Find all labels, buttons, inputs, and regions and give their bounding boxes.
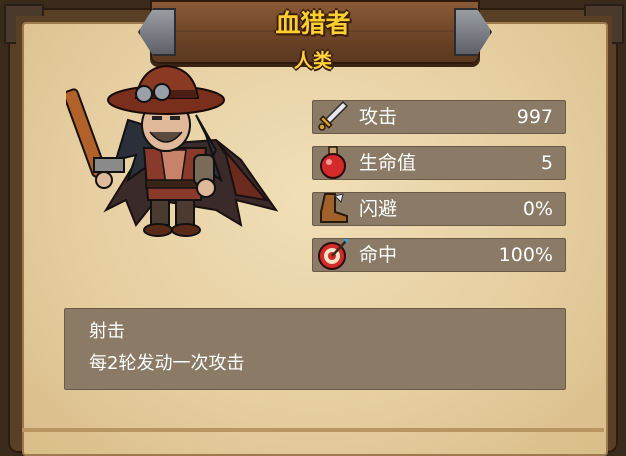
stat-label: 命中 [359,244,398,266]
skill-name: 射击 [89,321,125,342]
stat-row-health: 生命值 5 [312,146,566,180]
stat-row-attack: 攻击 997 [312,100,566,134]
boot-icon [320,193,348,223]
hero-portrait [66,64,279,237]
skill-panel: 射击 每2轮发动一次攻击 [64,308,566,390]
stat-value: 5 [540,152,553,174]
stat-value: 0% [522,198,553,220]
skill-description: 每2轮发动一次攻击 [89,353,245,374]
stat-row-accuracy: 命中 100% [312,238,566,272]
stat-label: 生命值 [359,152,417,174]
bottom-rim [22,428,604,432]
sword-icon [318,100,349,131]
health-potion-icon [320,146,346,179]
target-icon [318,239,348,270]
stat-value: 997 [516,106,553,128]
stat-value: 100% [498,244,553,266]
stat-label: 攻击 [359,106,398,128]
stat-label: 闪避 [359,198,398,220]
stat-row-dodge: 闪避 0% [312,192,566,226]
hero-name: 血猎者 [275,9,351,38]
